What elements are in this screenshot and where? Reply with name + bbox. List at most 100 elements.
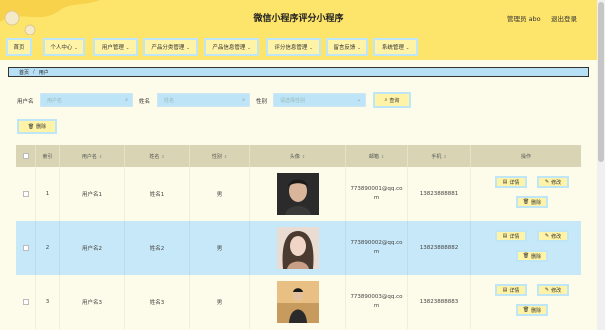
trash-icon: 🗑 — [522, 199, 530, 205]
row-checkbox[interactable] — [22, 191, 29, 197]
name-placeholder: 姓名 — [164, 97, 175, 104]
edit-button[interactable]: ✎ 修改 — [537, 176, 569, 188]
detail-button[interactable]: ▤ 详情 — [495, 230, 527, 242]
detail-button[interactable]: ▤ 详情 — [495, 284, 527, 296]
detail-label: 详情 — [509, 233, 520, 240]
phone-cell: 13823888881 — [408, 167, 471, 221]
chevron-down-icon: ⌄ — [125, 44, 130, 50]
table-header: 索引 用户名 ⇕ 姓名 ⇕ 性别 ⇕ 头像 ⇕ 邮箱 ⇕ 手机 ⇕ 操作 — [16, 145, 581, 167]
gender-cell: 男 — [190, 167, 250, 221]
breadcrumb: 首页 / 用户 — [8, 67, 589, 77]
detail-button[interactable]: ▤ 详情 — [495, 176, 527, 188]
nav-item-user-management[interactable]: 用户管理 ⌄ — [93, 38, 138, 56]
trash-icon: 🗑 — [27, 123, 35, 130]
nav-item-home[interactable]: 首页 — [6, 38, 32, 56]
email-cell: 773890002@qq.com — [346, 221, 408, 275]
avatar — [276, 281, 319, 323]
edit-label: 修改 — [551, 179, 562, 186]
col-actions-label: 操作 — [520, 153, 531, 160]
row-actions: ▤ 详情 ✎ 修改 🗑 删除 — [471, 167, 581, 221]
nav-item-system-management[interactable]: 系统管理 ⌄ — [373, 38, 418, 56]
chevron-down-icon: ⌄ — [356, 97, 361, 103]
row-select-cell — [16, 221, 36, 275]
scrollbar-thumb[interactable] — [598, 2, 604, 162]
gender-placeholder: 请选择性别 — [280, 97, 306, 104]
nav-item-label: 首页 — [13, 45, 25, 51]
row-actions: ▤ 详情 ✎ 修改 🗑 删除 — [471, 275, 581, 329]
username-input[interactable]: 用户名 ⌕ — [40, 93, 133, 107]
username-label: 用户名 — [17, 99, 34, 105]
edit-button[interactable]: ✎ 修改 — [537, 230, 569, 242]
edit-label: 修改 — [551, 287, 562, 294]
col-gender[interactable]: 性别 ⇕ — [190, 145, 250, 167]
chevron-down-icon: ⌄ — [247, 44, 251, 50]
phone-cell: 13823888883 — [408, 275, 471, 329]
col-email-label: 邮箱 — [368, 153, 379, 160]
col-name[interactable]: 姓名 ⇕ — [125, 145, 190, 167]
gender-cell: 男 — [190, 221, 250, 275]
gender-cell: 男 — [190, 275, 250, 329]
name-cell: 姓名3 — [125, 275, 190, 329]
username-placeholder: 用户名 — [47, 97, 63, 104]
delete-label: 删除 — [531, 253, 542, 260]
query-button-label: 查询 — [389, 97, 400, 104]
index-cell: 1 — [36, 167, 60, 221]
chevron-down-icon: ⌄ — [74, 44, 78, 50]
col-username[interactable]: 用户名 ⇕ — [60, 145, 125, 167]
page-scrollbar[interactable] — [597, 0, 605, 330]
col-name-label: 姓名 — [149, 153, 160, 160]
row-checkbox[interactable] — [22, 245, 29, 251]
nav-item-label: 产品分类管理 — [151, 45, 185, 51]
col-gender-label: 性别 — [211, 153, 222, 160]
nav-item-category-management[interactable]: 产品分类管理 ⌄ — [143, 38, 198, 56]
name-input[interactable]: 姓名 ⌕ — [157, 93, 250, 107]
gender-label: 性别 — [256, 99, 268, 105]
chevron-down-icon: ⌄ — [186, 44, 190, 50]
query-button[interactable]: ⌕ 查询 — [373, 92, 411, 108]
phone-cell: 13823888882 — [408, 221, 471, 275]
search-icon: ⌕ — [384, 97, 388, 103]
index-cell: 2 — [36, 221, 60, 275]
username-cell: 用户名3 — [60, 275, 125, 329]
input-icon: ⌕ — [242, 97, 245, 103]
bulk-delete-button[interactable]: 🗑 删除 — [17, 119, 57, 134]
col-actions: 操作 — [471, 145, 581, 167]
bulk-delete-label: 删除 — [36, 124, 47, 130]
edit-label: 修改 — [551, 233, 562, 240]
logout-link[interactable]: 退出登录 — [551, 13, 577, 23]
nav-item-label: 产品信息管理 — [212, 45, 246, 51]
row-actions: ▤ 详情 ✎ 修改 🗑 删除 — [471, 221, 581, 275]
breadcrumb-home[interactable]: 首页 — [19, 69, 29, 76]
name-cell: 姓名1 — [125, 167, 190, 221]
delete-button[interactable]: 🗑 删除 — [516, 304, 548, 316]
trash-icon: 🗑 — [522, 307, 530, 313]
detail-icon: ▤ — [502, 179, 508, 185]
nav-item-label: 系统管理 — [381, 45, 404, 51]
sort-icon: ⇕ — [380, 153, 385, 159]
avatar — [276, 173, 319, 215]
col-index: 索引 — [36, 145, 60, 167]
delete-button[interactable]: 🗑 删除 — [516, 250, 548, 262]
row-select-cell — [16, 275, 36, 329]
nav-item-product-management[interactable]: 产品信息管理 ⌄ — [204, 38, 259, 56]
row-checkbox[interactable] — [22, 299, 29, 305]
col-email[interactable]: 邮箱 ⇕ — [346, 145, 408, 167]
col-avatar[interactable]: 头像 ⇕ — [250, 145, 346, 167]
nav-item-personal-center[interactable]: 个人中心 ⌄ — [43, 38, 85, 56]
top-nav: 首页 个人中心 ⌄ 用户管理 ⌄ 产品分类管理 ⌄ 产品信息管理 ⌄ 评分信息管理 ⌄ 留… — [0, 35, 597, 60]
gender-select[interactable]: 请选择性别 ⌄ — [273, 93, 366, 107]
col-phone[interactable]: 手机 ⇕ — [408, 145, 471, 167]
chevron-down-icon: ⌄ — [309, 44, 313, 50]
nav-item-rating-management[interactable]: 评分信息管理 ⌄ — [266, 38, 321, 56]
detail-icon: ▤ — [502, 233, 508, 239]
nav-item-feedback[interactable]: 留言反馈 ⌄ — [326, 38, 368, 56]
sort-icon: ⇕ — [161, 153, 165, 159]
select-all-checkbox[interactable] — [22, 153, 29, 159]
name-label: 姓名 — [139, 99, 151, 105]
detail-label: 详情 — [509, 179, 520, 186]
username-cell: 用户名1 — [60, 167, 125, 221]
sort-icon: ⇕ — [443, 153, 447, 159]
delete-button[interactable]: 🗑 删除 — [516, 196, 548, 208]
edit-button[interactable]: ✎ 修改 — [537, 284, 569, 296]
nav-item-label: 评分信息管理 — [274, 45, 308, 51]
